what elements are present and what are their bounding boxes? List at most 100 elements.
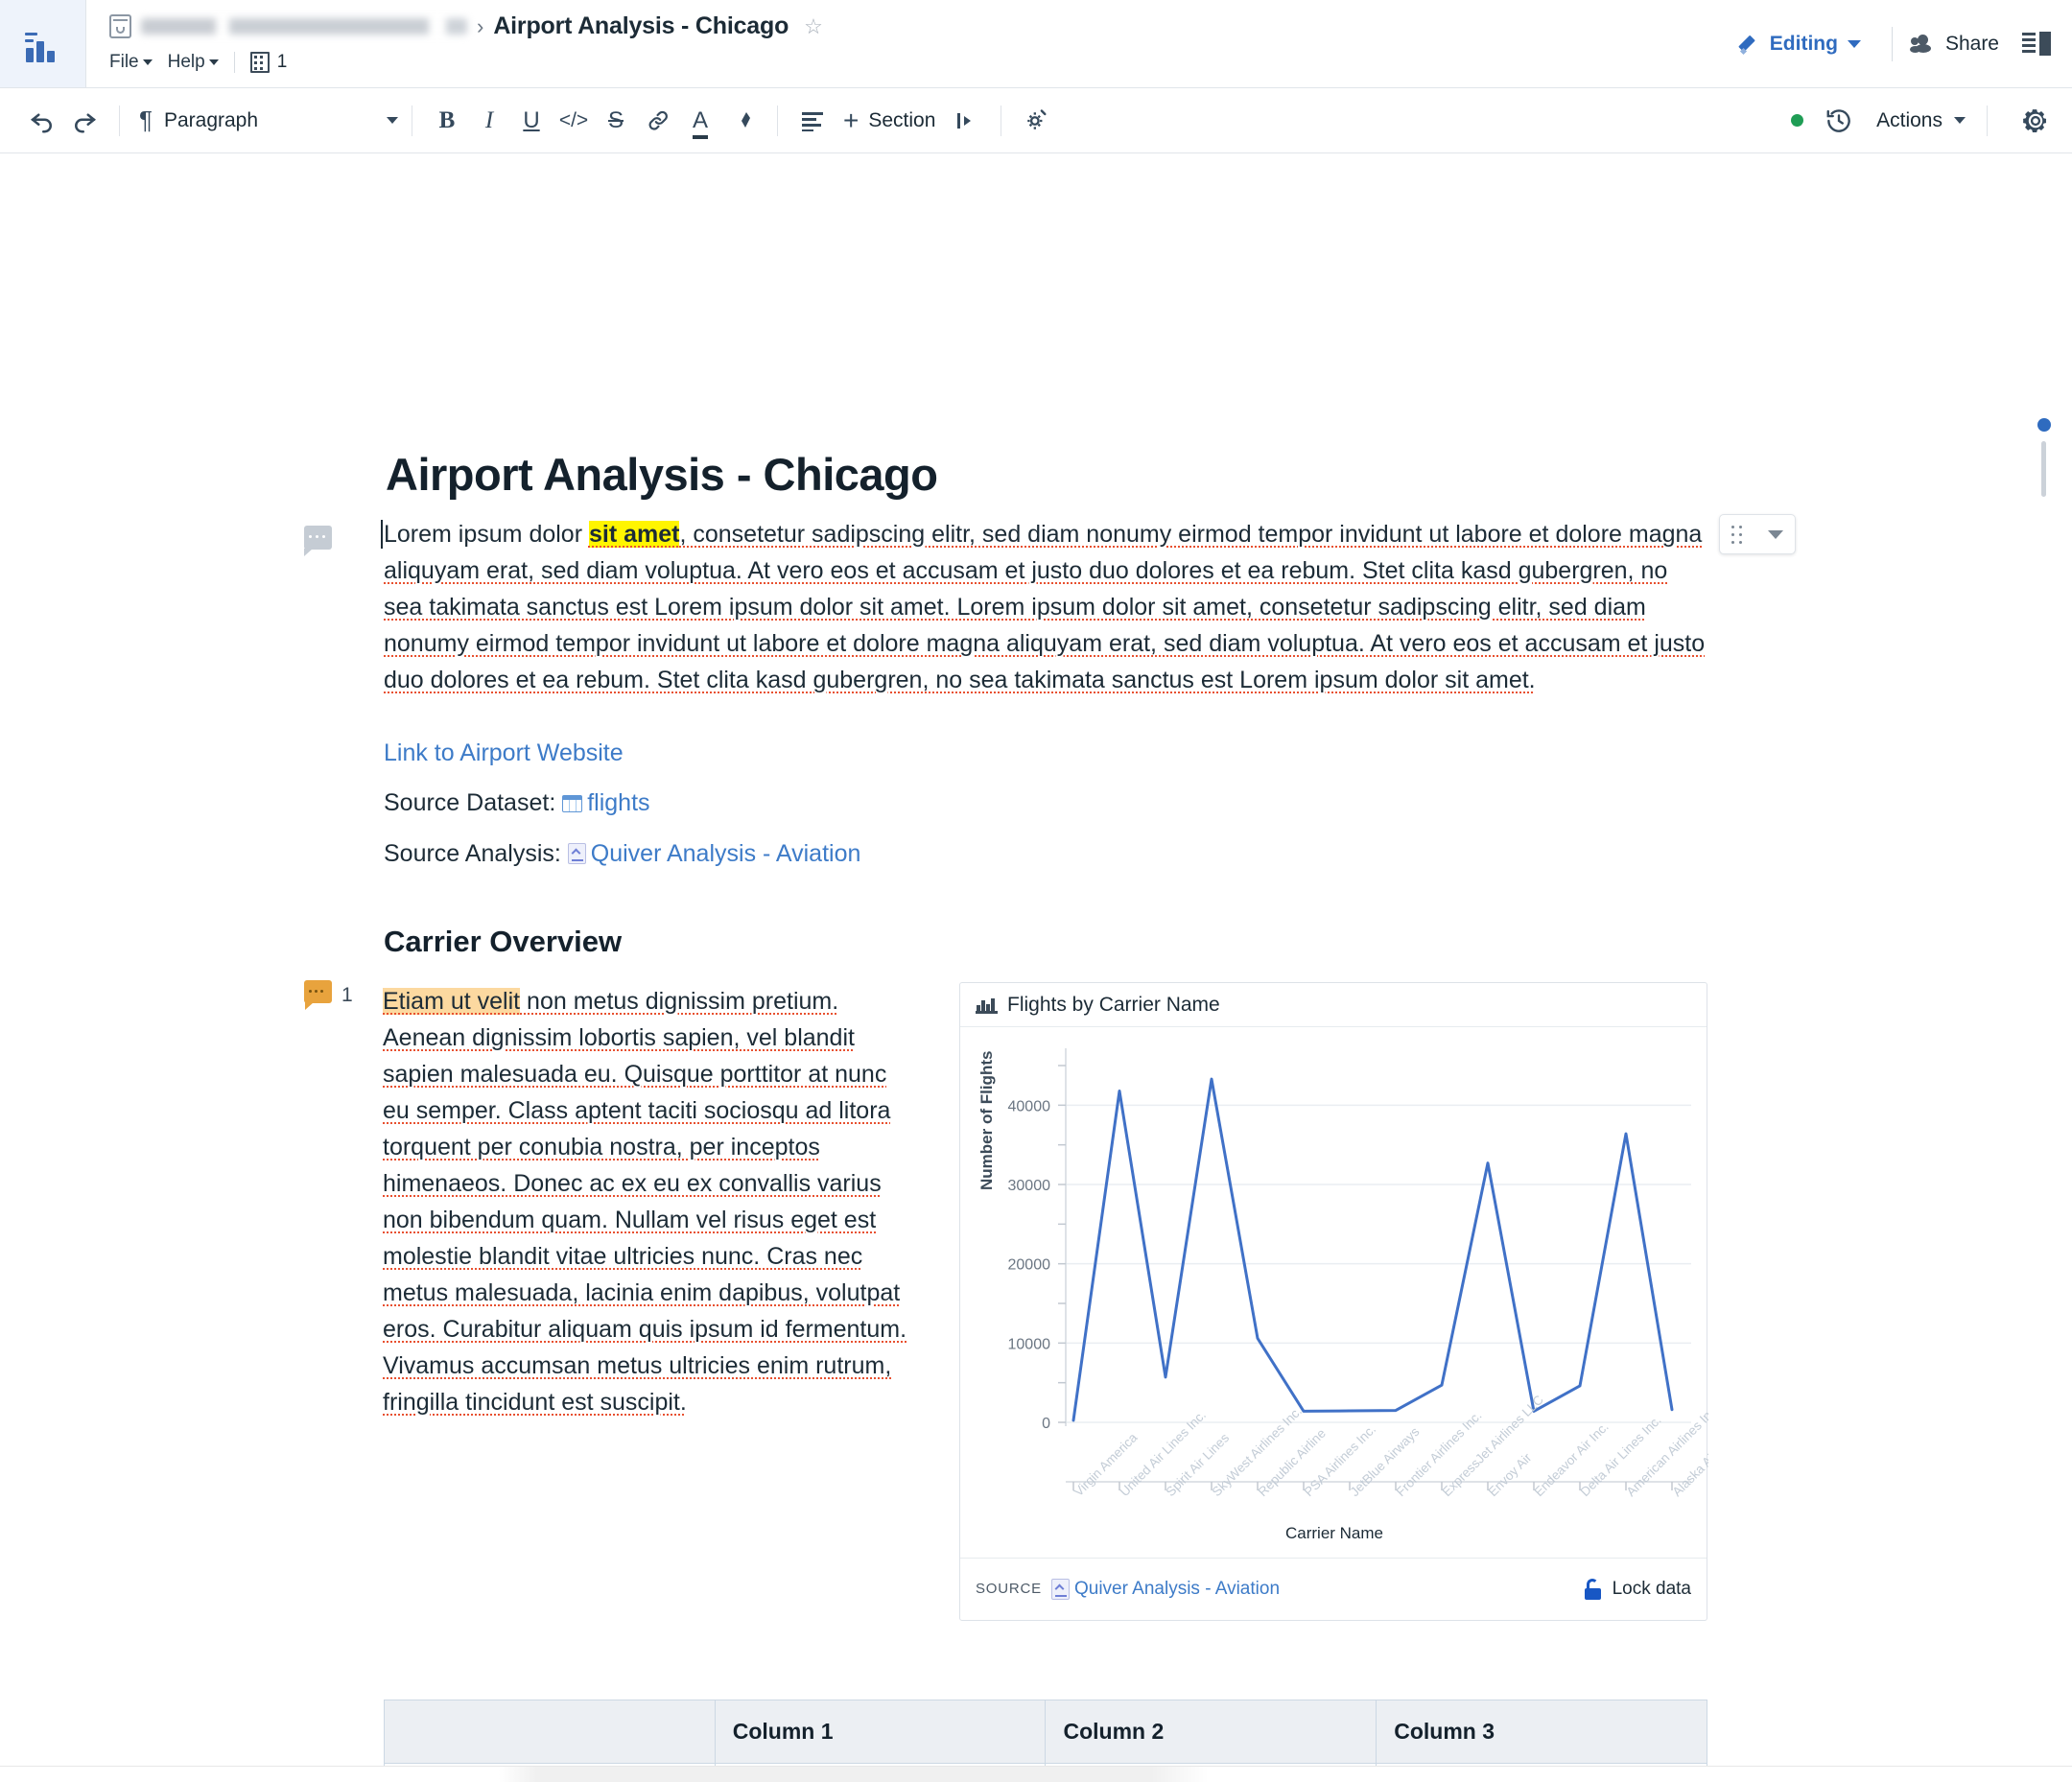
highlighter-icon xyxy=(742,111,750,128)
toolbar-right-group: Actions xyxy=(1791,105,2051,136)
favorite-star-icon[interactable]: ☆ xyxy=(804,15,823,37)
intro-paragraph[interactable]: Lorem ipsum dolor sit amet, consetetur s… xyxy=(381,516,1712,698)
table-header: Column 1 Column 2 Column 3 xyxy=(384,1700,1707,1764)
breadcrumb-redacted-path[interactable] xyxy=(141,18,467,35)
gear-icon xyxy=(2023,108,2047,132)
drag-handle-icon[interactable] xyxy=(1731,525,1744,544)
intro-text-before: Lorem ipsum dolor xyxy=(384,521,589,548)
document-editor-window: › Airport Analysis - Chicago ☆ File Help… xyxy=(0,0,2072,1782)
paragraph-style-dropdown[interactable]: ¶ Paragraph xyxy=(133,106,398,135)
pilcrow-icon: ¶ xyxy=(139,106,153,134)
bar-chart-logo-icon xyxy=(23,24,63,64)
org-count-chip[interactable]: 1 xyxy=(249,51,287,73)
breadcrumb[interactable]: › Airport Analysis - Chicago ☆ xyxy=(109,10,1726,44)
insert-section-button[interactable]: + Section xyxy=(834,100,945,142)
menu-help[interactable]: Help xyxy=(168,52,219,73)
app-logo[interactable] xyxy=(0,0,86,87)
table-col-header-2[interactable]: Column 2 xyxy=(1045,1700,1377,1764)
indent-icon xyxy=(957,112,972,129)
page-title: Airport Analysis - Chicago xyxy=(386,449,938,501)
redo-icon xyxy=(75,113,97,132)
lock-data-button[interactable]: Lock data xyxy=(1584,1578,1691,1600)
header-actions: Editing Share xyxy=(1726,0,2072,87)
table-col-header-blank[interactable] xyxy=(384,1700,716,1764)
align-button[interactable] xyxy=(791,100,834,142)
link-icon xyxy=(648,110,668,130)
source-analysis-line: Source Analysis: Quiver Analysis - Aviat… xyxy=(384,837,860,870)
breadcrumb-document-title[interactable]: Airport Analysis - Chicago xyxy=(493,12,789,40)
underline-button[interactable]: U xyxy=(510,100,553,142)
editing-mode-label: Editing xyxy=(1769,32,1838,55)
airport-website-link-line: Link to Airport Website xyxy=(384,737,624,769)
source-analysis-link[interactable]: Quiver Analysis - Aviation xyxy=(591,840,861,867)
chevron-down-icon xyxy=(208,59,219,65)
highlight-button[interactable] xyxy=(721,100,764,142)
chart-plot-area[interactable]: Number of Flights Carrier Name 0 10000 200… xyxy=(960,1027,1756,1558)
table-col-header-1[interactable]: Column 1 xyxy=(714,1700,1047,1764)
horizontal-scrollbar-track[interactable] xyxy=(0,1767,2072,1782)
people-icon xyxy=(1909,34,1935,54)
add-comment-icon[interactable] xyxy=(304,526,332,556)
header-menu-bar: File Help 1 xyxy=(109,46,1726,79)
insert-section-label: Section xyxy=(868,108,936,131)
divider xyxy=(777,105,778,136)
gear-slash-icon xyxy=(1027,108,1047,129)
text-color-button[interactable]: A xyxy=(679,100,721,142)
chevron-down-icon xyxy=(1954,117,1966,124)
editor-settings-button[interactable] xyxy=(1015,100,1057,142)
chevron-down-icon[interactable] xyxy=(1767,529,1783,539)
text-color-letter-a: A xyxy=(692,106,708,133)
table-col-header-3[interactable]: Column 3 xyxy=(1376,1700,1707,1764)
chart-source-link[interactable]: Quiver Analysis - Aviation xyxy=(1074,1579,1280,1600)
comment-rail-marker[interactable] xyxy=(2037,418,2051,432)
bold-button[interactable]: B xyxy=(426,100,468,142)
menu-file[interactable]: File xyxy=(109,52,153,73)
settings-button[interactable] xyxy=(2020,106,2051,136)
divider xyxy=(1891,26,1893,61)
block-drag-handle-widget[interactable] xyxy=(1719,514,1796,554)
text-cursor xyxy=(381,520,383,549)
chart-y-axis-label: Number of Flights xyxy=(977,1050,996,1190)
indent-button[interactable] xyxy=(945,100,987,142)
unlocked-lock-icon xyxy=(1584,1578,1603,1600)
header-main: › Airport Analysis - Chicago ☆ File Help… xyxy=(86,0,1726,87)
version-history-button[interactable] xyxy=(1825,106,1853,135)
chart-card[interactable]: Flights by Carrier Name Number of Flight… xyxy=(959,982,1756,1621)
divider xyxy=(233,51,235,73)
breadcrumb-separator-icon: › xyxy=(477,13,484,38)
italic-button[interactable]: I xyxy=(468,100,510,142)
editing-mode-button[interactable]: Editing xyxy=(1726,33,1874,56)
chevron-down-icon xyxy=(1847,39,1861,48)
undo-icon xyxy=(30,113,52,132)
link-to-airport-website[interactable]: Link to Airport Website xyxy=(384,739,624,766)
comment-marker-badge[interactable] xyxy=(304,980,332,1010)
undo-button[interactable] xyxy=(21,100,63,142)
actions-dropdown[interactable]: Actions xyxy=(1869,109,1973,132)
strikethrough-button[interactable]: S xyxy=(595,100,637,142)
highlighted-phrase-sit-amet: sit amet xyxy=(588,521,680,548)
line-chart: Number of Flights Carrier Name 0 10000 200… xyxy=(960,1027,1756,1558)
link-button[interactable] xyxy=(637,100,679,142)
svg-text:10000: 10000 xyxy=(1008,1336,1051,1352)
analysis-icon xyxy=(1050,1578,1070,1600)
history-icon xyxy=(1826,108,1850,132)
share-button[interactable]: Share xyxy=(1909,33,1999,56)
source-dataset-label: Source Dataset: xyxy=(384,789,556,816)
plus-icon: + xyxy=(843,105,859,135)
vertical-scrollbar-thumb[interactable] xyxy=(2041,441,2046,497)
redo-button[interactable] xyxy=(63,100,106,142)
document-canvas[interactable]: Airport Analysis - Chicago Lorem ipsum d… xyxy=(0,153,2072,1782)
source-dataset-link[interactable]: flights xyxy=(587,789,649,816)
svg-text:0: 0 xyxy=(1042,1416,1050,1432)
chevron-down-icon xyxy=(387,117,398,124)
dataset-icon xyxy=(562,795,583,812)
toggle-side-panel-button[interactable] xyxy=(2022,31,2051,57)
saved-status-indicator xyxy=(1791,114,1804,127)
highlighted-phrase-etiam-ut-velit: Etiam ut velit xyxy=(383,988,521,1015)
carrier-overview-paragraph[interactable]: Etiam ut velit non metus dignissim preti… xyxy=(383,983,920,1420)
analysis-icon xyxy=(567,843,586,864)
divider xyxy=(1987,105,1988,136)
divider xyxy=(119,105,120,136)
code-button[interactable]: </> xyxy=(553,100,595,142)
svg-text:40000: 40000 xyxy=(1008,1098,1051,1114)
